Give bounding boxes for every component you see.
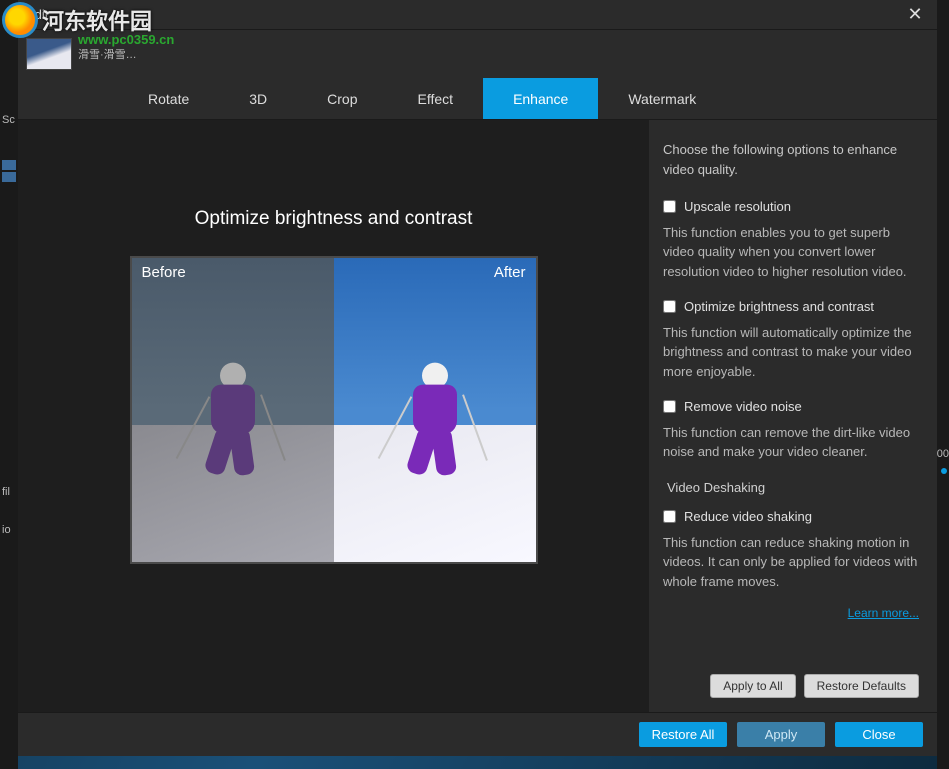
tab-crop[interactable]: Crop (297, 78, 387, 119)
site-url: www.pc0359.cn (78, 32, 174, 47)
upscale-checkbox[interactable] (663, 200, 676, 213)
optimize-checkbox[interactable] (663, 300, 676, 313)
noise-option[interactable]: Remove video noise (663, 397, 919, 417)
optimize-label: Optimize brightness and contrast (684, 297, 874, 317)
tab-watermark[interactable]: Watermark (598, 78, 726, 119)
bg-text: fil (0, 482, 18, 502)
right-bg-strip: 00 (937, 0, 949, 769)
learn-more-row: Learn more... (663, 603, 919, 623)
before-image (132, 258, 334, 562)
thumbnail-name: 滑雪·滑雪_20... (78, 46, 142, 62)
tab-bar: Rotate 3D Crop Effect Enhance Watermark (18, 78, 937, 120)
bg-text: 00 (937, 448, 949, 460)
preview-title: Optimize brightness and contrast (195, 208, 473, 230)
upscale-label: Upscale resolution (684, 197, 791, 217)
noise-checkbox[interactable] (663, 400, 676, 413)
noise-desc: This function can remove the dirt-like v… (663, 423, 919, 462)
reduce-shaking-label: Reduce video shaking (684, 507, 812, 527)
restore-defaults-button[interactable]: Restore Defaults (804, 674, 919, 698)
after-image (334, 258, 536, 562)
apply-button[interactable]: Apply (737, 722, 825, 747)
tab-3d[interactable]: 3D (219, 78, 297, 119)
tab-rotate[interactable]: Rotate (118, 78, 219, 119)
noise-label: Remove video noise (684, 397, 802, 417)
deshake-heading: Video Deshaking (667, 478, 919, 498)
optimize-option[interactable]: Optimize brightness and contrast (663, 297, 919, 317)
bg-thumb (2, 172, 16, 182)
bg-thumb (2, 160, 16, 170)
close-button[interactable]: Close (835, 722, 923, 747)
learn-more-link[interactable]: Learn more... (848, 606, 919, 620)
reduce-shaking-option[interactable]: Reduce video shaking (663, 507, 919, 527)
titlebar: Edit ✕ (18, 0, 937, 30)
apply-to-all-button[interactable]: Apply to All (710, 674, 795, 698)
dialog-footer: Restore All Apply Close (18, 712, 937, 756)
options-panel: Choose the following options to enhance … (649, 120, 937, 712)
bg-dot (941, 468, 947, 474)
reduce-shaking-desc: This function can reduce shaking motion … (663, 533, 919, 592)
preview-after: After (334, 258, 536, 562)
bg-text: Sc (0, 110, 18, 130)
upscale-option[interactable]: Upscale resolution (663, 197, 919, 217)
options-bottom-buttons: Apply to All Restore Defaults (663, 674, 919, 702)
preview-frame: Before After (130, 256, 538, 564)
dialog-body: 滑雪·滑雪_20... Rotate 3D Crop Effect Enhanc… (18, 30, 937, 712)
preview-panel: Optimize brightness and contrast Before (18, 120, 649, 712)
reduce-shaking-checkbox[interactable] (663, 510, 676, 523)
tab-enhance[interactable]: Enhance (483, 78, 598, 119)
after-label: After (494, 264, 526, 281)
preview-before: Before (132, 258, 334, 562)
left-bg-strip: Sc fil io (0, 0, 18, 769)
tab-effect[interactable]: Effect (388, 78, 484, 119)
site-logo-icon (2, 2, 38, 38)
upscale-desc: This function enables you to get superb … (663, 223, 919, 282)
bg-text: io (0, 520, 18, 540)
content-area: 滑雪·滑雪_20... Rotate 3D Crop Effect Enhanc… (18, 30, 937, 712)
before-label: Before (142, 264, 186, 281)
optimize-desc: This function will automatically optimiz… (663, 323, 919, 382)
options-intro: Choose the following options to enhance … (663, 140, 919, 179)
thumbnail-image (26, 38, 72, 70)
main-row: Optimize brightness and contrast Before (18, 120, 937, 712)
restore-all-button[interactable]: Restore All (639, 722, 727, 747)
close-icon[interactable]: ✕ (901, 1, 929, 29)
edit-dialog: Edit ✕ 滑雪·滑雪_20... Rotate 3D Crop Effect… (18, 0, 937, 756)
